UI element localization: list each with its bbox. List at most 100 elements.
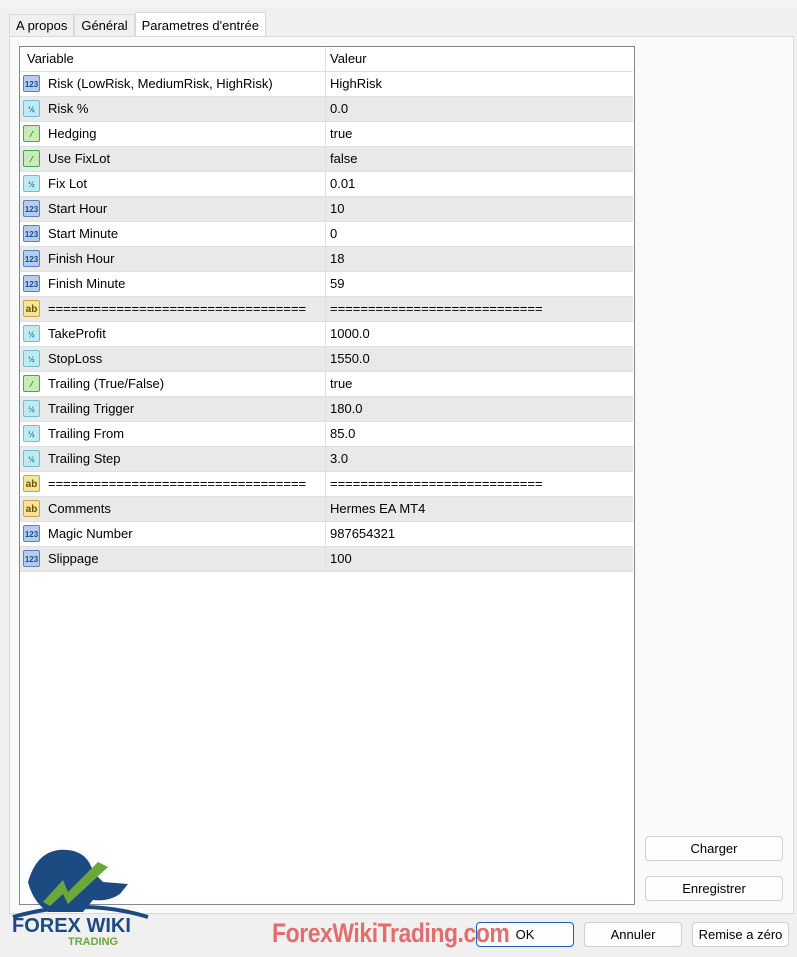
table-row[interactable]: ½ TakeProfit 1000.0 [20, 322, 633, 347]
tab-general[interactable]: Général [74, 14, 135, 38]
header-variable[interactable]: Variable [27, 47, 74, 71]
table-header: Variable Valeur [20, 47, 633, 72]
variable-name: Hedging [48, 126, 97, 141]
column-divider [325, 322, 326, 347]
variable-name: Finish Minute [48, 276, 126, 291]
variable-name: Use FixLot [48, 151, 111, 166]
integer-type-icon: 123 [23, 75, 40, 92]
tab-about[interactable]: A propos [9, 14, 75, 38]
variable-name: StopLoss [48, 351, 103, 366]
variable-value[interactable]: 59 [330, 272, 344, 296]
svg-text:TRADING: TRADING [68, 936, 118, 947]
variable-value[interactable]: true [330, 372, 352, 396]
variable-name: Risk % [48, 101, 89, 116]
load-button[interactable]: Charger [645, 836, 783, 861]
column-divider [325, 297, 326, 322]
header-value[interactable]: Valeur [330, 47, 367, 71]
variable-name: Start Hour [48, 201, 108, 216]
table-row[interactable]: ½ Fix Lot 0.01 [20, 172, 633, 197]
column-divider [325, 372, 326, 397]
column-divider [325, 247, 326, 272]
column-divider [325, 272, 326, 297]
column-divider [325, 97, 326, 122]
variable-value[interactable]: 0.0 [330, 97, 348, 121]
table-row[interactable]: 123 Magic Number 987654321 [20, 522, 633, 547]
variable-name: Slippage [48, 551, 99, 566]
variable-value[interactable]: 1000.0 [330, 322, 370, 346]
table-row[interactable]: ⁄ Hedging true [20, 122, 633, 147]
variable-value[interactable]: ============================ [330, 297, 543, 321]
variable-value[interactable]: false [330, 147, 357, 171]
variable-value[interactable]: 18 [330, 247, 344, 271]
variable-value[interactable]: 987654321 [330, 522, 395, 546]
string-type-icon: ab [23, 500, 40, 517]
table-row[interactable]: 123 Slippage 100 [20, 547, 633, 572]
variable-name: TakeProfit [48, 326, 106, 341]
table-row[interactable]: ab ================================== ==… [20, 297, 633, 322]
double-type-icon: ½ [23, 350, 40, 367]
variable-name: Magic Number [48, 526, 133, 541]
save-button[interactable]: Enregistrer [645, 876, 783, 901]
watermark: ForexWikiTrading.com [272, 918, 510, 948]
reset-button[interactable]: Remise a zéro [692, 922, 789, 947]
variable-value[interactable]: 180.0 [330, 397, 363, 421]
double-type-icon: ½ [23, 450, 40, 467]
column-divider [325, 497, 326, 522]
table-row[interactable]: 123 Risk (LowRisk, MediumRisk, HighRisk)… [20, 72, 633, 97]
variable-value[interactable]: true [330, 122, 352, 146]
variable-name: ================================== [48, 476, 307, 491]
tab-strip: A propos Général Parametres d'entrée [9, 12, 266, 40]
variable-name: Trailing From [48, 426, 125, 441]
table-row[interactable]: ⁄ Trailing (True/False) true [20, 372, 633, 397]
table-row[interactable]: ½ StopLoss 1550.0 [20, 347, 633, 372]
column-divider [325, 72, 326, 97]
variable-value[interactable]: Hermes EA MT4 [330, 497, 425, 521]
double-type-icon: ½ [23, 425, 40, 442]
column-divider [325, 472, 326, 497]
variable-value[interactable]: 100 [330, 547, 352, 571]
variable-name: Risk (LowRisk, MediumRisk, HighRisk) [48, 76, 273, 91]
variable-name: Finish Hour [48, 251, 115, 266]
table-row[interactable]: 123 Start Hour 10 [20, 197, 633, 222]
variable-name: Trailing Trigger [48, 401, 135, 416]
column-divider [325, 197, 326, 222]
table-row[interactable]: ½ Trailing Trigger 180.0 [20, 397, 633, 422]
column-divider [325, 147, 326, 172]
variable-value[interactable]: 85.0 [330, 422, 355, 446]
boolean-type-icon: ⁄ [23, 125, 40, 142]
table-row[interactable]: 123 Finish Minute 59 [20, 272, 633, 297]
variable-value[interactable]: HighRisk [330, 72, 382, 96]
variable-name: Comments [48, 501, 111, 516]
double-type-icon: ½ [23, 325, 40, 342]
table-row[interactable]: ½ Trailing From 85.0 [20, 422, 633, 447]
integer-type-icon: 123 [23, 225, 40, 242]
svg-text:FOREX WIKI: FOREX WIKI [12, 915, 131, 937]
variable-name: Fix Lot [48, 176, 88, 191]
column-divider[interactable] [325, 47, 326, 72]
forexwiki-logo: FOREX WIKI TRADING [12, 849, 149, 947]
variable-value[interactable]: 0 [330, 222, 337, 246]
table-row[interactable]: 123 Finish Hour 18 [20, 247, 633, 272]
variable-value[interactable]: 3.0 [330, 447, 348, 471]
table-row[interactable]: 123 Start Minute 0 [20, 222, 633, 247]
table-row[interactable]: ab Comments Hermes EA MT4 [20, 497, 633, 522]
string-type-icon: ab [23, 300, 40, 317]
column-divider [325, 447, 326, 472]
table-row[interactable]: ⁄ Use FixLot false [20, 147, 633, 172]
table-row[interactable]: ab ================================== ==… [20, 472, 633, 497]
table-row[interactable]: ½ Trailing Step 3.0 [20, 447, 633, 472]
integer-type-icon: 123 [23, 200, 40, 217]
variable-value[interactable]: 10 [330, 197, 344, 221]
variable-value[interactable]: 1550.0 [330, 347, 370, 371]
integer-type-icon: 123 [23, 550, 40, 567]
string-type-icon: ab [23, 475, 40, 492]
integer-type-icon: 123 [23, 275, 40, 292]
parameters-table[interactable]: Variable Valeur 123 Risk (LowRisk, Mediu… [19, 46, 635, 905]
cancel-button[interactable]: Annuler [584, 922, 682, 947]
integer-type-icon: 123 [23, 250, 40, 267]
table-row[interactable]: ½ Risk % 0.0 [20, 97, 633, 122]
column-divider [325, 547, 326, 572]
variable-value[interactable]: 0.01 [330, 172, 355, 196]
variable-value[interactable]: ============================ [330, 472, 543, 496]
double-type-icon: ½ [23, 400, 40, 417]
